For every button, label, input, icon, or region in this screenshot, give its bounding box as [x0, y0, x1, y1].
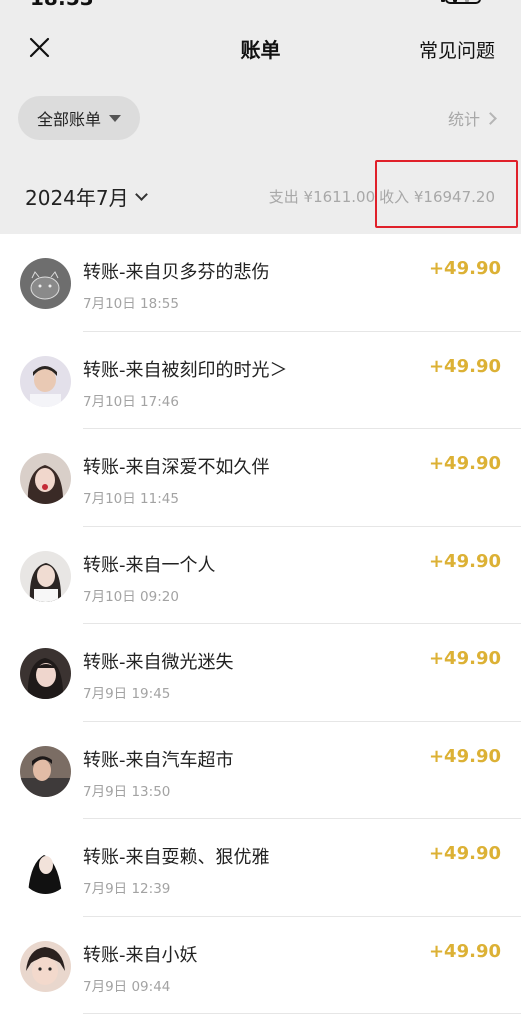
avatar — [20, 648, 71, 699]
transaction-row[interactable]: 转账-来自贝多芬的悲伤 7月10日 18:55 +49.90 — [0, 234, 521, 332]
transaction-row[interactable]: 转账-来自耍赖、狠优雅 7月9日 12:39 +49.90 — [0, 819, 521, 917]
month-picker[interactable]: 2024年7月 — [25, 182, 148, 211]
transaction-time: 7月10日 17:46 — [83, 393, 179, 410]
transaction-title: 转账-来自一个人 — [83, 554, 216, 576]
caret-down-icon — [109, 114, 121, 122]
avatar — [20, 745, 71, 797]
transaction-title: 转账-来自被刻印的时光＞ — [83, 359, 288, 381]
bill-filter-dropdown[interactable]: 全部账单 — [18, 96, 140, 140]
transaction-time: 7月9日 19:45 — [83, 686, 171, 702]
transaction-time: 7月10日 11:45 — [83, 491, 179, 507]
transaction-row[interactable]: 转账-来自深爱不如久伴 7月10日 11:45 +49.90 — [0, 429, 521, 527]
close-button[interactable] — [26, 34, 54, 62]
faq-button[interactable]: 常见问题 — [419, 36, 495, 63]
bill-filter-label: 全部账单 — [36, 110, 101, 129]
chevron-right-icon — [484, 111, 497, 125]
close-icon — [29, 37, 50, 58]
avatar — [20, 940, 71, 992]
transaction-row[interactable]: 转账-来自小妖 7月9日 09:44 +49.90 — [0, 917, 521, 1014]
chevron-down-icon — [134, 187, 148, 201]
battery-icon — [445, 0, 481, 4]
transaction-row[interactable]: 转账-来自被刻印的时光＞ 7月10日 17:46 +49.90 — [0, 332, 521, 429]
transaction-title: 转账-来自小妖 — [83, 944, 198, 966]
transaction-amount: +49.90 — [428, 550, 501, 572]
transaction-row[interactable]: 转账-来自一个人 7月10日 09:20 +49.90 — [0, 527, 521, 624]
avatar — [20, 453, 71, 504]
transaction-row[interactable]: 转账-来自汽车超市 7月9日 13:50 +49.90 — [0, 722, 521, 819]
transaction-time: 7月9日 12:39 — [83, 881, 171, 897]
transaction-amount: +49.90 — [428, 648, 501, 669]
avatar — [20, 355, 71, 407]
header-area: 18:53 账单 常见问题 全部账单 统计 2024年7月 支出 ¥1611.0… — [0, 0, 521, 234]
status-time: 18:53 — [30, 0, 94, 10]
transaction-title: 转账-来自耍赖、狠优雅 — [83, 847, 270, 868]
transaction-amount: +49.90 — [428, 258, 501, 279]
transaction-amount: +49.90 — [428, 843, 501, 864]
income-highlight-box — [375, 160, 518, 228]
transaction-title: 转账-来自深爱不如久伴 — [83, 457, 270, 478]
transaction-amount: +49.90 — [428, 940, 501, 962]
statistics-link[interactable]: 统计 — [447, 106, 497, 130]
transaction-time: 7月10日 18:55 — [83, 296, 179, 312]
avatar — [20, 258, 71, 309]
transaction-time: 7月10日 09:20 — [83, 588, 179, 605]
transaction-time: 7月9日 09:44 — [83, 978, 171, 995]
status-bar: 18:53 — [0, 0, 521, 10]
transaction-list: 转账-来自贝多芬的悲伤 7月10日 18:55 +49.90 转账-来自被刻印的… — [0, 234, 521, 1014]
month-label: 2024年7月 — [25, 186, 129, 210]
expense-total: 支出 ¥1611.00 — [268, 188, 376, 206]
transaction-title: 转账-来自汽车超市 — [83, 749, 234, 771]
transaction-title: 转账-来自贝多芬的悲伤 — [83, 262, 270, 283]
transaction-amount: +49.90 — [428, 453, 501, 474]
avatar — [20, 550, 71, 602]
avatar — [20, 843, 71, 894]
transaction-title: 转账-来自微光迷失 — [83, 652, 234, 673]
statistics-label: 统计 — [447, 110, 480, 129]
transaction-amount: +49.90 — [428, 355, 501, 377]
transaction-amount: +49.90 — [428, 745, 501, 767]
transaction-time: 7月9日 13:50 — [83, 783, 171, 800]
divider — [83, 1013, 521, 1014]
transaction-row[interactable]: 转账-来自微光迷失 7月9日 19:45 +49.90 — [0, 624, 521, 722]
